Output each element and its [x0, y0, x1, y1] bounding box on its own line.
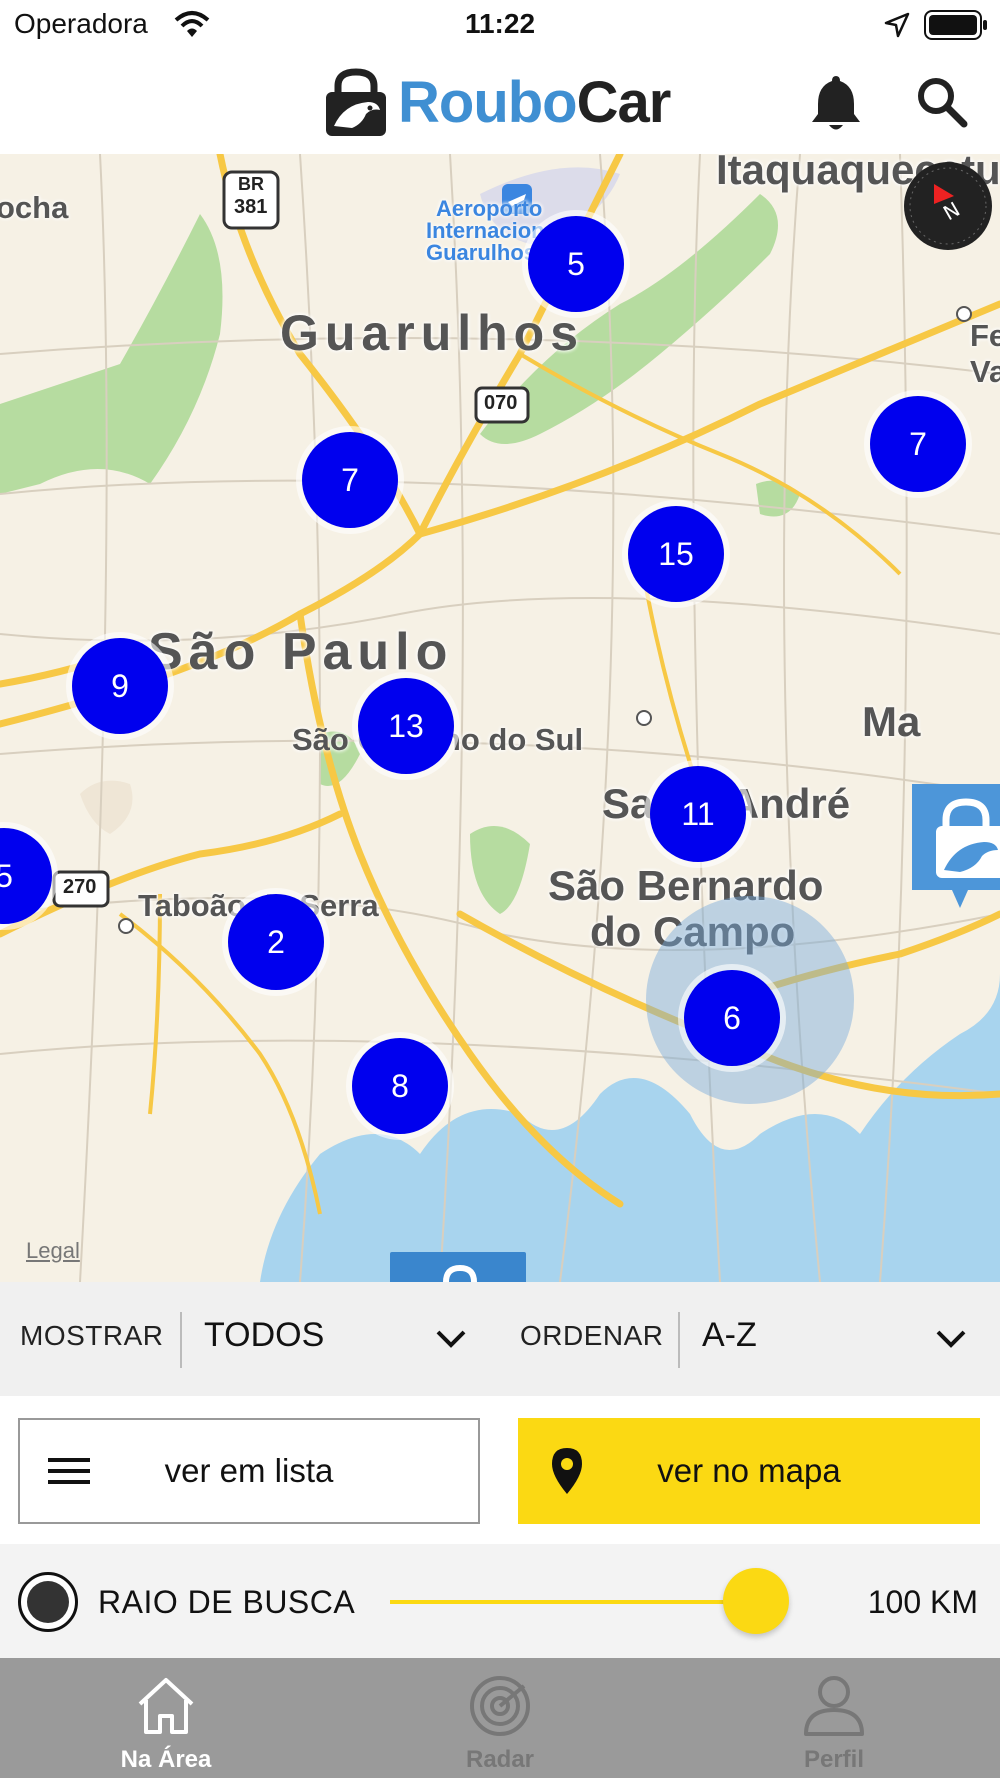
- map-pin-icon: [912, 784, 1000, 908]
- search-button[interactable]: [912, 72, 972, 132]
- place-label: São Paulo: [148, 623, 454, 681]
- search-radius-row: RAIO DE BUSCA 100 KM: [0, 1544, 1000, 1658]
- user-icon: [804, 1676, 864, 1736]
- search-radius-value: 100 KM: [867, 1584, 978, 1620]
- chevron-down-icon[interactable]: [434, 1322, 468, 1356]
- filter-row: MOSTRAR TODOS ORDENAR A-Z: [0, 1282, 1000, 1396]
- location-arrow-icon: [884, 12, 910, 43]
- vehicle-pin-marker[interactable]: [912, 784, 1000, 914]
- vehicle-pin-marker[interactable]: [390, 1252, 526, 1282]
- divider: [678, 1312, 680, 1368]
- road-shield-label: 381: [234, 196, 268, 218]
- place-label: Guarulhos: [280, 305, 585, 361]
- map-cluster[interactable]: 6: [684, 970, 780, 1066]
- tab-perfil[interactable]: Perfil: [734, 1658, 934, 1778]
- tab-label: Radar: [465, 1746, 535, 1773]
- map-cluster[interactable]: 13: [358, 678, 454, 774]
- search-icon: [918, 78, 968, 128]
- road-shield-label: BR: [238, 174, 264, 194]
- compass-icon: N: [909, 167, 987, 245]
- radar-icon: [470, 1676, 530, 1736]
- logo-text-roubo: Roubo: [398, 70, 578, 135]
- map-cluster[interactable]: 2: [228, 894, 324, 990]
- svg-text:N: N: [939, 197, 964, 225]
- app-logo: RouboCar: [322, 66, 672, 140]
- map-pin-icon: [443, 1264, 477, 1282]
- show-filter-select[interactable]: TODOS: [204, 1316, 324, 1355]
- order-filter-label: ORDENAR: [520, 1320, 664, 1351]
- search-radius-label: RAIO DE BUSCA: [98, 1584, 356, 1620]
- place-label: Ma: [862, 698, 921, 745]
- status-bar: Operadora 11:22: [0, 0, 1000, 52]
- chevron-down-icon[interactable]: [934, 1322, 968, 1356]
- map-cluster[interactable]: 8: [352, 1038, 448, 1134]
- road-shield-label: 270: [63, 876, 97, 898]
- tab-na-area[interactable]: Na Área: [66, 1658, 266, 1778]
- tab-label: Perfil: [803, 1746, 865, 1773]
- order-filter-select[interactable]: A-Z: [702, 1316, 757, 1355]
- radius-toggle-radio[interactable]: [18, 1572, 78, 1632]
- tab-label: Na Área: [120, 1746, 212, 1773]
- road-shield-label: 070: [484, 392, 518, 414]
- place-label: ocha: [0, 190, 69, 225]
- lock-logo-icon: [326, 68, 386, 136]
- view-toggle-row: ver em lista ver no mapa: [0, 1396, 1000, 1544]
- place-label: Va: [970, 354, 1000, 389]
- radio-selected-dot: [27, 1581, 69, 1623]
- radius-slider-track[interactable]: [390, 1600, 757, 1604]
- map-cluster[interactable]: 9: [72, 638, 168, 734]
- map-cluster[interactable]: 7: [302, 432, 398, 528]
- logo-text-car: Car: [576, 70, 672, 135]
- status-time: 11:22: [464, 8, 536, 39]
- map-cluster[interactable]: 7: [870, 396, 966, 492]
- tab-radar[interactable]: Radar: [400, 1658, 600, 1778]
- place-label: Guarulhos: [426, 240, 537, 265]
- list-view-label: ver em lista: [164, 1452, 334, 1489]
- map-cluster[interactable]: 5: [528, 216, 624, 312]
- map-view-button[interactable]: ver no mapa: [518, 1418, 980, 1524]
- map-view[interactable]: BR 381 070 270 021 Guarulhos São Paulo S…: [0, 154, 1000, 1282]
- notifications-button[interactable]: [810, 72, 862, 132]
- bell-icon: [812, 76, 860, 130]
- home-icon: [138, 1678, 194, 1734]
- map-legal-link[interactable]: Legal: [26, 1238, 80, 1264]
- map-view-label: ver no mapa: [657, 1452, 841, 1489]
- compass-button[interactable]: N: [904, 162, 992, 250]
- app-header: RouboCar: [0, 52, 1000, 154]
- radius-slider-thumb[interactable]: [723, 1568, 790, 1634]
- divider: [180, 1312, 182, 1368]
- show-filter-label: MOSTRAR: [20, 1320, 164, 1351]
- list-view-button[interactable]: ver em lista: [18, 1418, 480, 1524]
- map-cluster[interactable]: 11: [650, 766, 746, 862]
- battery-icon: [924, 10, 988, 45]
- place-label: Fe: [970, 318, 1000, 353]
- bottom-tab-bar: Na Área Radar Perfil: [0, 1658, 1000, 1778]
- map-cluster[interactable]: 15: [628, 506, 724, 602]
